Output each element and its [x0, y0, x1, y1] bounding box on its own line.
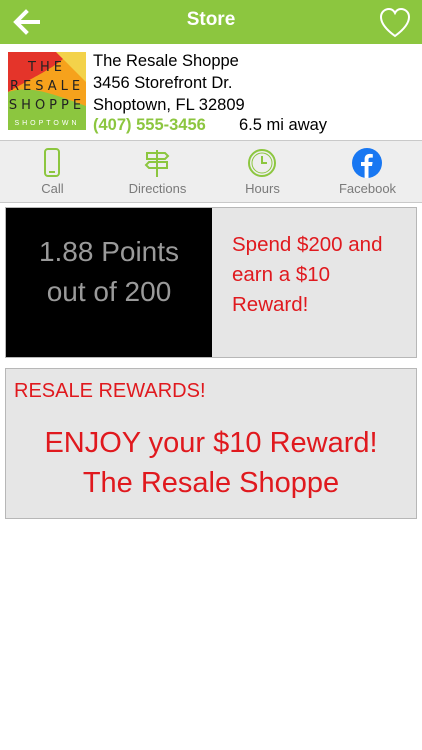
page-title: Store [186, 9, 236, 30]
call-button[interactable]: Call [0, 141, 105, 202]
store-logo: THE RESALE SHOPPE SHOPTOWN [8, 52, 86, 130]
reward-heading: RESALE REWARDS! [14, 380, 206, 402]
promo-text: Spend $200 and earn a $10 Reward! [232, 233, 383, 316]
action-bar: Call Directions Hours Facebook [0, 140, 422, 203]
points-value: 1.88 Points [38, 236, 180, 267]
points-goal: out of 200 [46, 276, 172, 307]
facebook-icon [352, 148, 382, 178]
distance-label: 6.5 mi away [239, 116, 328, 134]
reward-card: RESALE REWARDS! ENJOY your $10 Reward! T… [5, 368, 417, 519]
address-line-2: Shoptown, FL 32809 [93, 96, 245, 114]
phone-link[interactable]: (407) 555-3456 [93, 116, 206, 135]
reward-message: ENJOY your $10 Reward! [44, 427, 378, 459]
points-summary: 1.88 Points out of 200 [6, 208, 212, 357]
favorite-button[interactable] [378, 6, 412, 40]
reward-store-name: The Resale Shoppe [82, 467, 340, 499]
signpost-icon [144, 150, 170, 177]
points-card: 1.88 Points out of 200 Spend $200 and ea… [5, 207, 417, 358]
store-info: THE RESALE SHOPPE SHOPTOWN The Resale Sh… [0, 44, 422, 140]
phone-icon [44, 148, 60, 177]
hours-button[interactable]: Hours [210, 141, 315, 202]
heart-outline-icon [379, 7, 411, 38]
directions-button[interactable]: Directions [105, 141, 210, 202]
address-line-1: 3456 Storefront Dr. [93, 74, 233, 92]
clock-icon [248, 149, 276, 177]
top-bar: Store [0, 0, 422, 44]
store-name: The Resale Shoppe [93, 52, 239, 70]
facebook-button[interactable]: Facebook [315, 141, 420, 202]
